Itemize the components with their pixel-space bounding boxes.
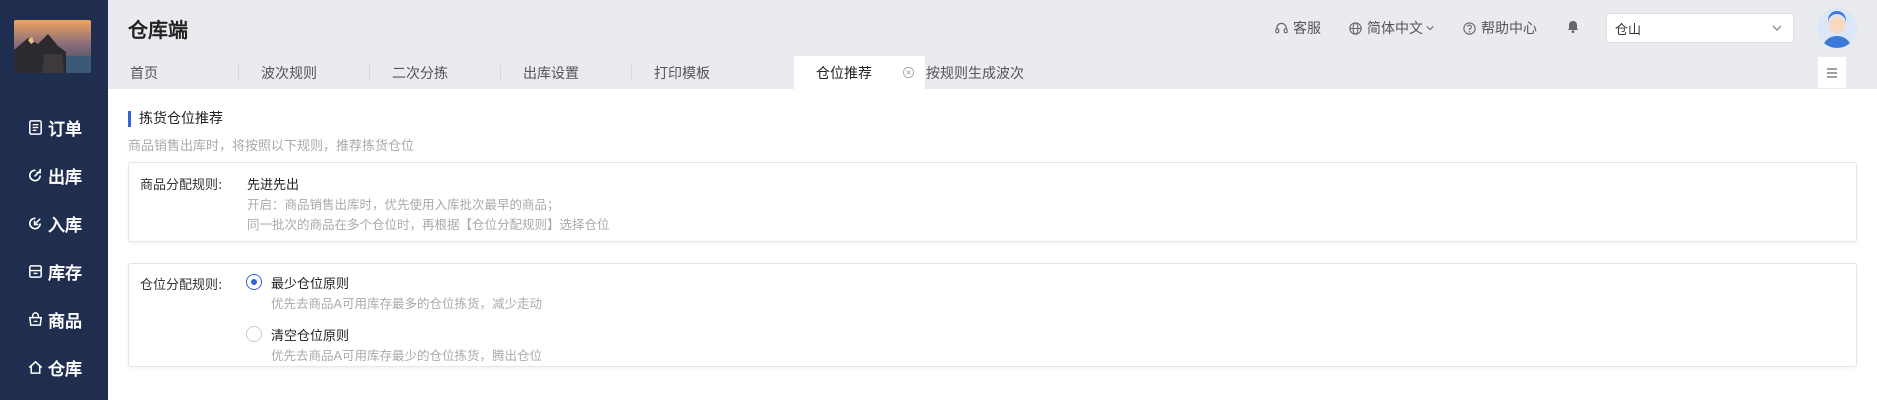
tab-home[interactable]: 首页: [108, 56, 239, 89]
help-center-label: 帮助中心: [1481, 21, 1537, 37]
warehouse-select[interactable]: 仓山: [1606, 13, 1794, 43]
tab-outbound-settings[interactable]: 出库设置: [501, 56, 632, 89]
option-least-locations-desc: 优先去商品A可用库存最多的仓位拣货，减少走动: [271, 296, 543, 311]
bell-icon[interactable]: [1565, 18, 1581, 34]
sidebar-item-inbound[interactable]: 入库: [0, 203, 108, 243]
headset-icon: [1275, 22, 1288, 33]
option-least-locations-label[interactable]: 最少仓位原则: [271, 273, 349, 292]
section-title: 拣货仓位推荐: [128, 111, 223, 127]
tab-label: 波次规则: [261, 65, 317, 82]
sidebar-item-label: 订单: [48, 119, 82, 140]
globe-icon: [1349, 21, 1362, 35]
section-description: 商品销售出库时，将按照以下规则，推荐拣货仓位: [128, 139, 415, 154]
tab-secondary-sorting[interactable]: 二次分拣: [370, 56, 501, 89]
help-icon: [1463, 21, 1476, 35]
tab-label: 按规则生成波次: [926, 65, 1024, 82]
help-center-link[interactable]: 帮助中心: [1462, 18, 1537, 38]
chevron-down-icon: [1426, 25, 1434, 31]
menu-icon: [1827, 67, 1837, 78]
app-title: 仓库端: [128, 18, 188, 42]
sidebar-item-label: 仓库: [48, 359, 82, 380]
tab-wave-rules[interactable]: 波次规则: [239, 56, 370, 89]
sidebar-item-orders[interactable]: 订单: [0, 107, 108, 147]
location-allocation-rule-card: 仓位分配规则: 最少仓位原则 优先去商品A可用库存最多的仓位拣货，减少走动 清空…: [128, 263, 1857, 367]
logo-image: [14, 20, 91, 73]
tabs-bar: 首页 波次规则 二次分拣 出库设置 打印模板 仓位推荐 按规则生成波次: [108, 56, 1877, 89]
goods-rule-desc-line-1: 开启：商品销售出库时，优先使用入库批次最早的商品；: [247, 197, 560, 212]
customer-service-link[interactable]: 客服: [1274, 18, 1321, 38]
language-selector[interactable]: 简体中文: [1348, 18, 1435, 38]
document-icon: [26, 118, 44, 136]
tab-label: 仓位推荐: [816, 65, 872, 82]
inventory-box-icon: [26, 262, 44, 280]
chevron-down-icon: [1772, 25, 1782, 31]
tab-label: 出库设置: [523, 65, 579, 82]
sidebar-item-label: 商品: [48, 311, 82, 332]
option-clear-locations-label[interactable]: 清空仓位原则: [271, 325, 349, 344]
tab-generate-waves-by-rule[interactable]: 按规则生成波次: [904, 56, 1074, 89]
option-clear-locations-desc: 优先去商品A可用库存最少的仓位拣货，腾出仓位: [271, 348, 543, 363]
avatar[interactable]: [1817, 8, 1857, 48]
goods-rule-label: 商品分配规则:: [140, 178, 223, 193]
radio-clear-locations[interactable]: [246, 326, 262, 342]
tab-label: 打印模板: [654, 65, 710, 82]
warehouse-select-value: 仓山: [1615, 22, 1642, 38]
top-header: 仓库端 客服 简体中文 帮助中心 仓山: [108, 0, 1877, 56]
radio-least-locations[interactable]: [246, 274, 262, 290]
tabs-menu-button[interactable]: [1818, 57, 1846, 88]
sidebar-item-outbound[interactable]: 出库: [0, 155, 108, 195]
location-rule-label: 仓位分配规则:: [140, 278, 223, 293]
sidebar: 订单 出库 入库 库存 商品 仓库: [0, 0, 108, 400]
sidebar-item-inventory[interactable]: 库存: [0, 251, 108, 291]
goods-allocation-rule-card: 商品分配规则: 先进先出 开启：商品销售出库时，优先使用入库批次最早的商品； 同…: [128, 162, 1857, 242]
sidebar-item-label: 入库: [48, 215, 82, 236]
sidebar-item-label: 库存: [48, 263, 82, 284]
inbound-icon: [26, 214, 44, 232]
outbound-icon: [26, 166, 44, 184]
sidebar-item-goods[interactable]: 商品: [0, 299, 108, 339]
goods-rule-name: 先进先出: [247, 178, 300, 193]
tab-label: 首页: [130, 65, 158, 82]
tab-print-templates[interactable]: 打印模板: [632, 56, 763, 89]
tab-label: 二次分拣: [392, 65, 448, 82]
customer-service-label: 客服: [1293, 21, 1321, 37]
home-icon: [26, 358, 44, 376]
sidebar-item-label: 出库: [48, 167, 82, 188]
goods-rule-desc-line-2: 同一批次的商品在多个仓位时，再根据【仓位分配规则】选择仓位: [247, 217, 610, 232]
language-label: 简体中文: [1367, 21, 1423, 37]
sidebar-item-warehouse[interactable]: 仓库: [0, 347, 108, 387]
shopping-bag-icon: [26, 310, 44, 328]
